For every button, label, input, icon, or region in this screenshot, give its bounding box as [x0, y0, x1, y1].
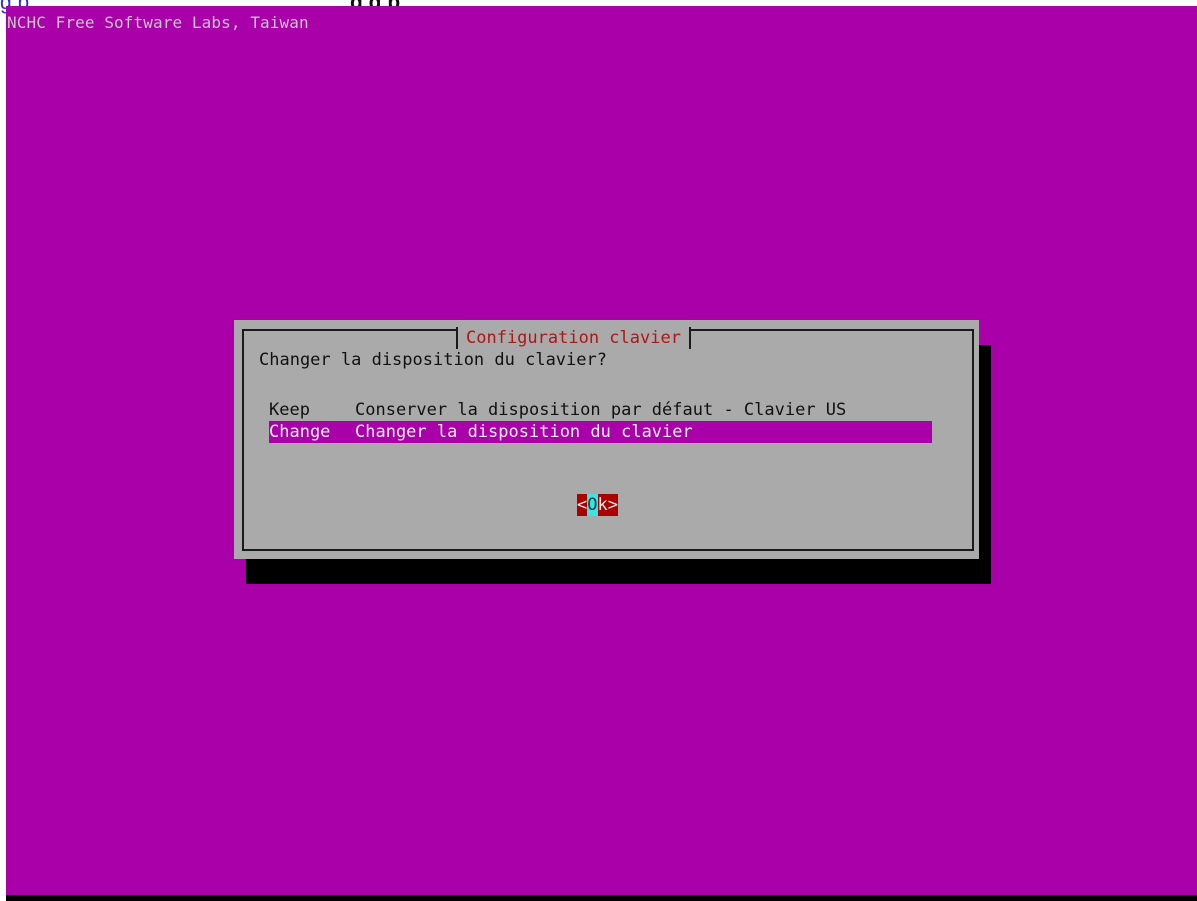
page: g p g g p NCHC Free Software Labs, Taiwa…: [0, 0, 1197, 901]
keyboard-config-dialog: Configuration clavier Changer la disposi…: [234, 320, 979, 559]
layout-menu: Keep Conserver la disposition par défaut…: [269, 399, 932, 443]
menu-item-key: Change: [269, 422, 331, 442]
ok-button[interactable]: < O k>: [577, 494, 618, 516]
terminal-screen: NCHC Free Software Labs, Taiwan Configur…: [6, 6, 1197, 901]
menu-item-keep[interactable]: Keep Conserver la disposition par défaut…: [269, 399, 932, 421]
text-cursor: O: [587, 494, 598, 516]
menu-item-description: Conserver la disposition par défaut - Cl…: [355, 400, 847, 420]
ok-button-label-rest: k>: [597, 494, 618, 516]
ok-button-left-bracket: <: [577, 494, 588, 516]
dialog-question: Changer la disposition du clavier?: [259, 350, 607, 370]
menu-item-key: Keep: [269, 400, 310, 420]
terminal-top-line: NCHC Free Software Labs, Taiwan: [7, 13, 309, 32]
menu-item-description: Changer la disposition du clavier: [355, 422, 693, 442]
menu-item-change[interactable]: Change Changer la disposition du clavier: [269, 421, 932, 443]
dialog-title: Configuration clavier: [456, 327, 691, 349]
